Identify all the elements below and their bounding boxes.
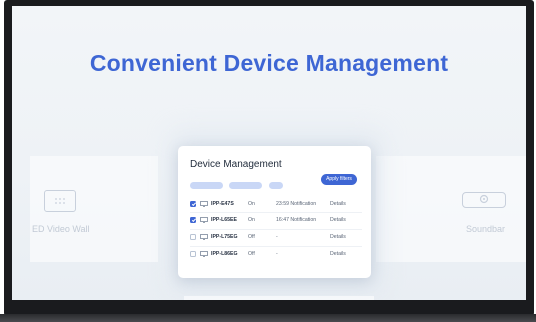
row-checkbox[interactable] [190, 251, 196, 257]
details-link[interactable]: Details [330, 214, 346, 227]
device-notification: - [276, 251, 278, 257]
headline: Convenient Device Management [89, 50, 449, 76]
device-name: IPP-E47S [211, 201, 234, 207]
row-checkbox[interactable] [190, 234, 196, 240]
device-status: Off [248, 251, 255, 257]
monitor-icon [200, 201, 208, 207]
device-name: IPP-L86EG [211, 251, 238, 257]
display-screen: Convenient Device Management ED Video Wa… [12, 6, 526, 300]
filter-chip[interactable] [190, 182, 223, 190]
row-divider [190, 246, 362, 247]
filter-chip[interactable] [229, 182, 263, 190]
apply-filters-button[interactable]: Apply filters [321, 174, 357, 185]
device-name: IPP-L65EE [211, 217, 237, 223]
device-notification: 23:59 Notification [276, 201, 317, 207]
video-wall-card: ED Video Wall [30, 156, 158, 262]
details-link[interactable]: Details [330, 231, 346, 244]
row-divider [190, 229, 362, 230]
monitor-icon [200, 217, 208, 223]
monitor-icon [200, 234, 208, 240]
details-link[interactable]: Details [330, 198, 346, 211]
soundbar-label: Soundbar [466, 224, 506, 234]
panel-title: Device Management [190, 159, 282, 170]
soundbar-card: Soundbar [376, 156, 526, 262]
monitor-bezel: Convenient Device Management ED Video Wa… [4, 0, 534, 316]
row-divider [190, 212, 362, 213]
device-management-panel: Device Management Apply filters IPP-E47S… [178, 146, 371, 278]
device-status: Off [248, 234, 255, 240]
details-link[interactable]: Details [330, 248, 346, 261]
device-row[interactable]: IPP-E47S On 23:59 Notification Details [190, 198, 362, 211]
device-notification: 16:47 Notification [276, 217, 317, 223]
device-notification: - [276, 234, 278, 240]
device-row[interactable]: IPP-L65EE On 16:47 Notification Details [190, 214, 362, 227]
soundbar-icon [462, 192, 506, 208]
video-wall-label: ED Video Wall [32, 224, 90, 234]
row-checkbox[interactable] [190, 217, 196, 223]
bottom-card-edge [184, 296, 374, 300]
device-status: On [248, 217, 255, 223]
video-wall-icon [44, 190, 76, 212]
filter-chip[interactable] [268, 182, 283, 190]
row-checkbox[interactable] [190, 201, 196, 207]
monitor-stand [0, 314, 536, 322]
device-row[interactable]: IPP-L86EG Off - Details [190, 248, 362, 261]
device-row[interactable]: IPP-L75EG Off - Details [190, 231, 362, 244]
filter-chips [190, 177, 285, 195]
device-status: On [248, 201, 255, 207]
monitor-icon [200, 251, 208, 257]
device-name: IPP-L75EG [211, 234, 238, 240]
